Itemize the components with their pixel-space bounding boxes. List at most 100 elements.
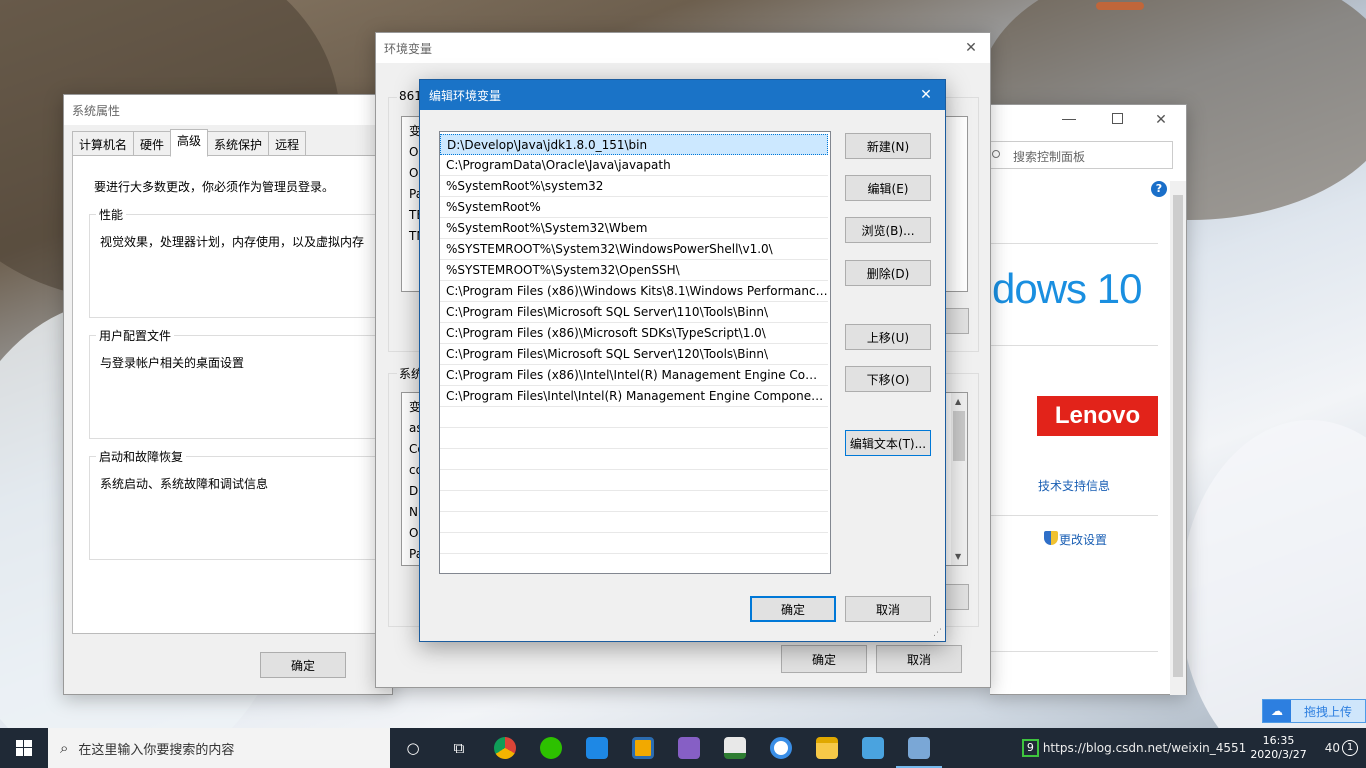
tab-remote[interactable]: 远程 bbox=[268, 131, 307, 157]
env-vars-cancel-button[interactable]: 取消 bbox=[876, 645, 962, 673]
system-props-icon[interactable] bbox=[896, 728, 942, 768]
chevron-up-icon[interactable]: ▲ bbox=[955, 397, 961, 406]
user-profiles-text: 与登录帐户相关的桌面设置 bbox=[100, 356, 245, 370]
taskbar: ⌕ 在这里输入你要搜索的内容 ○ ⧉ 9 https://blog.csdn.n… bbox=[0, 728, 1366, 768]
upload-widget[interactable]: ☁ 拖拽上传 bbox=[1262, 699, 1366, 723]
support-info-link[interactable]: 技术支持信息 bbox=[1038, 477, 1110, 494]
env-vars-ok-button[interactable]: 确定 bbox=[781, 645, 867, 673]
system-props-ok-button[interactable]: 确定 bbox=[260, 652, 346, 678]
performance-title: 性能 bbox=[96, 206, 127, 223]
divider bbox=[990, 345, 1158, 346]
path-row[interactable]: %SYSTEMROOT%\System32\OpenSSH\ bbox=[440, 260, 828, 281]
delete-button[interactable]: 删除(D) bbox=[845, 260, 931, 286]
admin-note: 要进行大多数更改，你必须作为管理员登录。 bbox=[94, 180, 335, 194]
path-row-empty[interactable] bbox=[440, 470, 828, 491]
edit-dialog-close-icon[interactable]: ✕ bbox=[917, 86, 935, 104]
taskbar-search-input[interactable]: ⌕ 在这里输入你要搜索的内容 bbox=[48, 728, 390, 768]
search-icon bbox=[992, 150, 1000, 158]
divider bbox=[990, 515, 1158, 516]
control-panel-close-icon[interactable]: ✕ bbox=[1152, 111, 1170, 129]
clock-time: 16:35 bbox=[1262, 734, 1295, 747]
control-panel-window: ✕ 搜索控制面板 ? dows 10 Lenovo 技术支持信息 更改设置 bbox=[990, 104, 1187, 695]
system-properties-window: 系统属性 计算机名 硬件 高级 系统保护 远程 要进行大多数更改，你必须作为管理… bbox=[63, 94, 393, 695]
baidu-netdisk-icon[interactable] bbox=[758, 728, 804, 768]
bg-indicator bbox=[1096, 2, 1144, 10]
env-vars-titlebar: 环境变量 bbox=[376, 33, 990, 63]
env-vars-title: 环境变量 bbox=[384, 41, 433, 56]
wechat-icon[interactable] bbox=[528, 728, 574, 768]
edit-env-var-dialog: 编辑环境变量 ✕ D:\Develop\Java\jdk1.8.0_151\bi… bbox=[419, 79, 946, 642]
move-down-button[interactable]: 下移(O) bbox=[845, 366, 931, 392]
path-row[interactable]: %SystemRoot%\system32 bbox=[440, 176, 828, 197]
path-list[interactable]: D:\Develop\Java\jdk1.8.0_151\bin C:\Prog… bbox=[439, 131, 831, 574]
browse-button[interactable]: 浏览(B)... bbox=[845, 217, 931, 243]
task-view-icon[interactable]: ⧉ bbox=[436, 728, 482, 768]
path-row[interactable]: C:\Program Files\Intel\Intel(R) Manageme… bbox=[440, 386, 828, 407]
clock[interactable]: 16:35 2020/3/27 bbox=[1250, 734, 1306, 762]
windows-icon bbox=[16, 740, 32, 756]
tab-system-protection[interactable]: 系统保护 bbox=[207, 131, 270, 157]
path-row[interactable]: %SystemRoot% bbox=[440, 197, 828, 218]
cortana-icon[interactable]: ○ bbox=[390, 728, 436, 768]
bg-snow-right bbox=[1180, 420, 1366, 728]
edit-dialog-titlebar: 编辑环境变量 bbox=[420, 80, 945, 110]
tab-computer-name[interactable]: 计算机名 bbox=[72, 131, 135, 157]
edit-dialog-ok-button[interactable]: 确定 bbox=[750, 596, 836, 622]
path-row-empty[interactable] bbox=[440, 428, 828, 449]
path-row[interactable]: C:\Program Files (x86)\Windows Kits\8.1\… bbox=[440, 281, 828, 302]
new-button[interactable]: 新建(N) bbox=[845, 133, 931, 159]
path-row[interactable]: C:\Program Files (x86)\Intel\Intel(R) Ma… bbox=[440, 365, 828, 386]
watermark: https://blog.csdn.net/weixin_4551 bbox=[1042, 741, 1247, 755]
resize-grip-icon[interactable]: ⋰ bbox=[933, 628, 942, 638]
path-row[interactable]: C:\ProgramData\Oracle\Java\javapath bbox=[440, 155, 828, 176]
scrollbar-thumb[interactable] bbox=[953, 411, 965, 461]
chart-app-icon[interactable] bbox=[712, 728, 758, 768]
file-explorer-icon[interactable] bbox=[804, 728, 850, 768]
path-row-selected[interactable]: D:\Develop\Java\jdk1.8.0_151\bin bbox=[440, 134, 828, 155]
start-button[interactable] bbox=[0, 728, 48, 768]
startup-recovery-text: 系统启动、系统故障和调试信息 bbox=[100, 477, 269, 491]
divider bbox=[990, 651, 1158, 652]
path-row[interactable]: C:\Program Files (x86)\Microsoft SDKs\Ty… bbox=[440, 323, 828, 344]
path-row-empty[interactable] bbox=[440, 512, 828, 533]
app-box-icon[interactable] bbox=[620, 728, 666, 768]
system-vars-scrollbar[interactable]: ▲ ▼ bbox=[951, 393, 967, 565]
control-panel-icon[interactable] bbox=[850, 728, 896, 768]
tab-hardware[interactable]: 硬件 bbox=[133, 131, 172, 157]
change-settings-link[interactable]: 更改设置 bbox=[1059, 531, 1107, 548]
visual-studio-icon[interactable] bbox=[666, 728, 712, 768]
tab-strip: 计算机名 硬件 高级 系统保护 远程 bbox=[72, 129, 307, 157]
path-row-empty[interactable] bbox=[440, 491, 828, 512]
path-row[interactable]: C:\Program Files\Microsoft SQL Server\11… bbox=[440, 302, 828, 323]
edit-dialog-cancel-button[interactable]: 取消 bbox=[845, 596, 931, 622]
help-icon[interactable]: ? bbox=[1151, 181, 1167, 197]
control-panel-search-input[interactable]: 搜索控制面板 bbox=[990, 141, 1173, 169]
chevron-down-icon[interactable]: ▼ bbox=[955, 552, 961, 561]
path-row[interactable]: %SYSTEMROOT%\System32\WindowsPowerShell\… bbox=[440, 239, 828, 260]
startup-recovery-group: 启动和故障恢复 系统启动、系统故障和调试信息 bbox=[89, 448, 393, 560]
control-panel-scrollbar[interactable] bbox=[1170, 181, 1186, 695]
path-row-empty[interactable] bbox=[440, 407, 828, 428]
tray-box[interactable]: 9 bbox=[1021, 739, 1039, 757]
clock-date: 2020/3/27 bbox=[1250, 748, 1307, 761]
chrome-icon[interactable] bbox=[482, 728, 528, 768]
minimize-icon[interactable] bbox=[1062, 119, 1076, 120]
edit-text-button[interactable]: 编辑文本(T)... bbox=[845, 430, 931, 456]
path-row[interactable]: %SystemRoot%\System32\Wbem bbox=[440, 218, 828, 239]
path-row[interactable]: C:\Program Files\Microsoft SQL Server\12… bbox=[440, 344, 828, 365]
path-row-empty[interactable] bbox=[440, 449, 828, 470]
notification-badge[interactable]: 1 bbox=[1342, 740, 1358, 756]
maximize-icon[interactable] bbox=[1112, 113, 1123, 124]
edit-button[interactable]: 编辑(E) bbox=[845, 175, 931, 201]
cloud-icon: ☁ bbox=[1263, 700, 1291, 722]
move-up-button[interactable]: 上移(U) bbox=[845, 324, 931, 350]
user-profiles-title: 用户配置文件 bbox=[96, 327, 175, 344]
env-vars-close-icon[interactable]: ✕ bbox=[962, 39, 980, 57]
path-row-empty[interactable] bbox=[440, 533, 828, 554]
advanced-tab-panel: 要进行大多数更改，你必须作为管理员登录。 性能 视觉效果，处理器计划，内存使用，… bbox=[72, 155, 393, 634]
performance-text: 视觉效果，处理器计划，内存使用，以及虚拟内存 bbox=[100, 235, 365, 249]
scrollbar-thumb[interactable] bbox=[1173, 195, 1183, 677]
edit-dialog-title: 编辑环境变量 bbox=[429, 88, 502, 103]
tab-advanced[interactable]: 高级 bbox=[170, 129, 209, 157]
app-star-icon[interactable] bbox=[574, 728, 620, 768]
